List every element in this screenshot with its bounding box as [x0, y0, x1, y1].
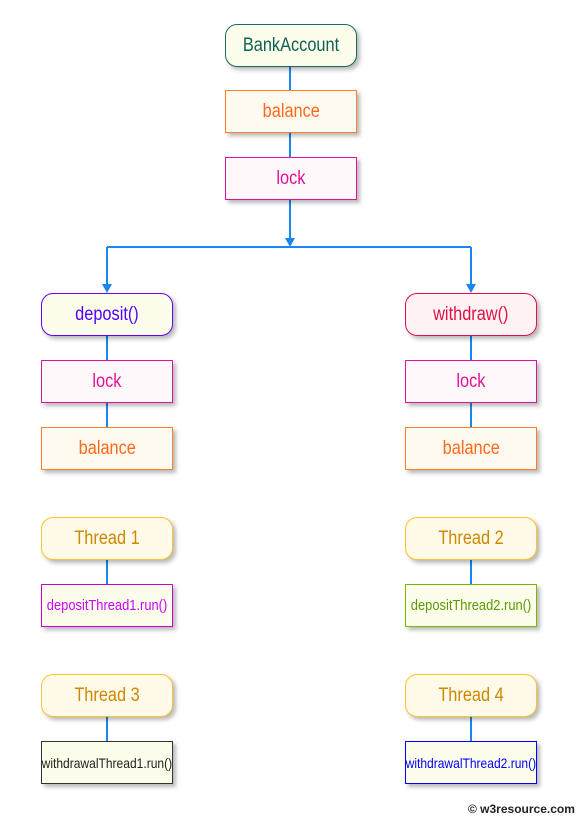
node-label: deposit()	[75, 303, 139, 325]
node-label: withdrawalThread2.run()	[405, 754, 537, 771]
diagram: BankAccount balance lock deposit() lock …	[0, 0, 577, 828]
node-label: withdraw()	[433, 303, 509, 325]
arrow-head	[102, 284, 112, 293]
node-lock: lock	[225, 157, 357, 200]
node-label: Thread 1	[74, 527, 140, 549]
node-withdrawal-thread1-run: withdrawalThread1.run()	[41, 741, 173, 784]
node-thread3: Thread 3	[41, 674, 173, 717]
node-withdraw-lock: lock	[405, 360, 537, 403]
node-label: BankAccount	[242, 34, 340, 56]
node-thread2: Thread 2	[405, 517, 537, 560]
node-label: Thread 4	[438, 684, 504, 706]
node-withdrawal-thread2-run: withdrawalThread2.run()	[405, 741, 537, 784]
node-deposit-balance: balance	[41, 427, 173, 470]
node-label: Thread 3	[74, 684, 140, 706]
node-label: lock	[456, 370, 486, 392]
node-label: balance	[78, 437, 136, 459]
node-label: Thread 2	[438, 527, 504, 549]
node-deposit: deposit()	[41, 293, 173, 336]
arrow-head	[285, 238, 295, 247]
node-deposit-lock: lock	[41, 360, 173, 403]
copyright-footer: © w3resource.com	[468, 802, 575, 816]
node-label: lock	[276, 167, 306, 189]
node-label: withdrawalThread1.run()	[41, 754, 173, 771]
node-label: lock	[92, 370, 122, 392]
node-label: balance	[262, 100, 320, 122]
node-label: depositThread2.run()	[410, 597, 532, 614]
node-balance: balance	[225, 90, 357, 133]
node-label: depositThread1.run()	[46, 597, 168, 614]
node-deposit-thread1-run: depositThread1.run()	[41, 584, 173, 627]
arrow-head	[466, 284, 476, 293]
node-withdraw-balance: balance	[405, 427, 537, 470]
node-label: balance	[442, 437, 500, 459]
node-deposit-thread2-run: depositThread2.run()	[405, 584, 537, 627]
node-withdraw: withdraw()	[405, 293, 537, 336]
node-thread4: Thread 4	[405, 674, 537, 717]
node-bank-account: BankAccount	[225, 24, 357, 67]
node-thread1: Thread 1	[41, 517, 173, 560]
